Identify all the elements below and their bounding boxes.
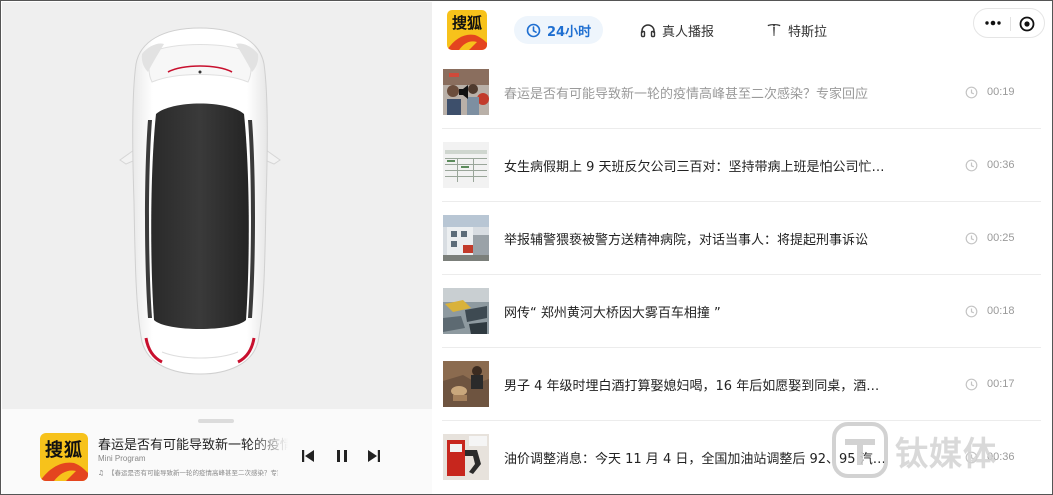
tab-live-broadcast-label: 真人播报 (662, 24, 715, 40)
more-options-button[interactable] (984, 19, 1002, 27)
clock-icon (965, 159, 978, 172)
music-note-icon: ♫ (98, 469, 104, 477)
pause-icon (337, 450, 347, 462)
mini-player[interactable]: 搜狐 春运是否有可能导致新一轮的疫情高峰甚至二次感染？专家回应 Mini Pro… (2, 409, 432, 494)
car-view (2, 2, 432, 409)
clock-icon (965, 378, 978, 391)
close-mini-program-button[interactable] (1018, 15, 1036, 33)
now-playing-title: 春运是否有可能导致新一轮的疫情高峰甚至二次感染？专家回应 (98, 438, 288, 453)
tmtpost-watermark: 钛媒体 (831, 419, 1051, 485)
description-text: 【春运是否有可能导致新一轮的疫情高峰甚至二次感染？专家回应】 (107, 469, 278, 477)
mini-program-label: Mini Program (98, 454, 146, 463)
tab-24h[interactable]: 24小时 (514, 16, 604, 44)
tmtpost-logo-icon (832, 422, 888, 478)
previous-button[interactable] (298, 447, 318, 465)
tab-tesla-label: 特斯拉 (788, 24, 828, 40)
logo-text: 搜狐 (451, 14, 482, 32)
next-button[interactable] (364, 447, 384, 465)
watermark-text: 钛媒体 (895, 434, 997, 473)
tesla-logo-icon (767, 23, 781, 36)
pause-button[interactable] (332, 447, 352, 465)
news-duration: 00:19 (987, 86, 1015, 98)
news-duration: 00:17 (987, 378, 1015, 390)
document-photo-thumbnail (443, 142, 489, 188)
news-item[interactable]: 女生病假期上 9 天班反欠公司三百对：坚持带病上班是怕公司忙不过来 00:36 (432, 129, 1052, 202)
news-title: 男子 4 年级时埋白酒打算娶媳妇喝，16 年后如愿娶到同桌，酒成功挖出 (504, 379, 889, 394)
news-thumbnail (443, 69, 489, 115)
news-title: 春运是否有可能导致新一轮的疫情高峰甚至二次感染？专家回应 (504, 87, 869, 102)
car-crash-photo-thumbnail (443, 288, 489, 334)
next-icon (368, 450, 380, 462)
sohu-logo: 搜狐 (40, 433, 88, 481)
now-playing-description: ♫ 【春运是否有可能导致新一轮的疫情高峰甚至二次感染？专家回应】 (98, 467, 278, 477)
news-item[interactable]: 春运是否有可能导致新一轮的疫情高峰甚至二次感染？专家回应 00:19 (432, 56, 1052, 129)
speaker-icon (459, 85, 468, 99)
digging-photo-thumbnail (443, 361, 489, 407)
news-title: 网传“ 郑州黄河大桥因大雾百车相撞 ” (504, 306, 721, 321)
news-thumbnail (443, 288, 489, 334)
news-title: 女生病假期上 9 天班反欠公司三百对：坚持带病上班是怕公司忙不过来 (504, 160, 889, 175)
clock-icon (965, 232, 978, 245)
tab-live-broadcast[interactable]: 真人播报 (640, 16, 714, 44)
news-thumbnail (443, 434, 489, 480)
capsule-divider (1010, 17, 1011, 31)
fox-icon (40, 462, 88, 481)
tab-tesla[interactable]: 特斯拉 (766, 16, 827, 44)
car-top-view-image (119, 27, 281, 375)
clock-icon (965, 305, 978, 318)
news-thumbnail (443, 142, 489, 188)
previous-icon (302, 450, 314, 462)
news-duration: 00:18 (987, 305, 1015, 317)
news-duration: 00:25 (987, 232, 1015, 244)
news-item[interactable]: 举报辅警猥亵被警方送精神病院，对话当事人：将提起刑事诉讼 00:25 (432, 202, 1052, 275)
fox-icon (447, 34, 487, 50)
tab-24h-label: 24小时 (547, 24, 592, 40)
headphones-icon (640, 23, 656, 37)
drag-handle[interactable] (198, 419, 234, 423)
car-display-panel: 搜狐 春运是否有可能导致新一轮的疫情高峰甚至二次感染？专家回应 Mini Pro… (2, 2, 432, 494)
news-duration: 00:36 (987, 159, 1015, 171)
building-photo-thumbnail (443, 215, 489, 261)
clock-icon (965, 86, 978, 99)
news-thumbnail (443, 361, 489, 407)
news-item[interactable]: 男子 4 年级时埋白酒打算娶媳妇喝，16 年后如愿娶到同桌，酒成功挖出 00:1… (432, 348, 1052, 421)
sohu-logo-header: 搜狐 (447, 10, 487, 50)
clock-icon (526, 23, 541, 37)
fuel-pump-photo-thumbnail (443, 434, 489, 480)
screen: 搜狐 春运是否有可能导致新一轮的疫情高峰甚至二次感染？专家回应 Mini Pro… (0, 0, 1053, 495)
news-thumbnail (443, 215, 489, 261)
news-item[interactable]: 网传“ 郑州黄河大桥因大雾百车相撞 ” 00:18 (432, 275, 1052, 348)
news-title: 举报辅警猥亵被警方送精神病院，对话当事人：将提起刑事诉讼 (504, 233, 869, 248)
mini-program-capsule (973, 8, 1045, 38)
